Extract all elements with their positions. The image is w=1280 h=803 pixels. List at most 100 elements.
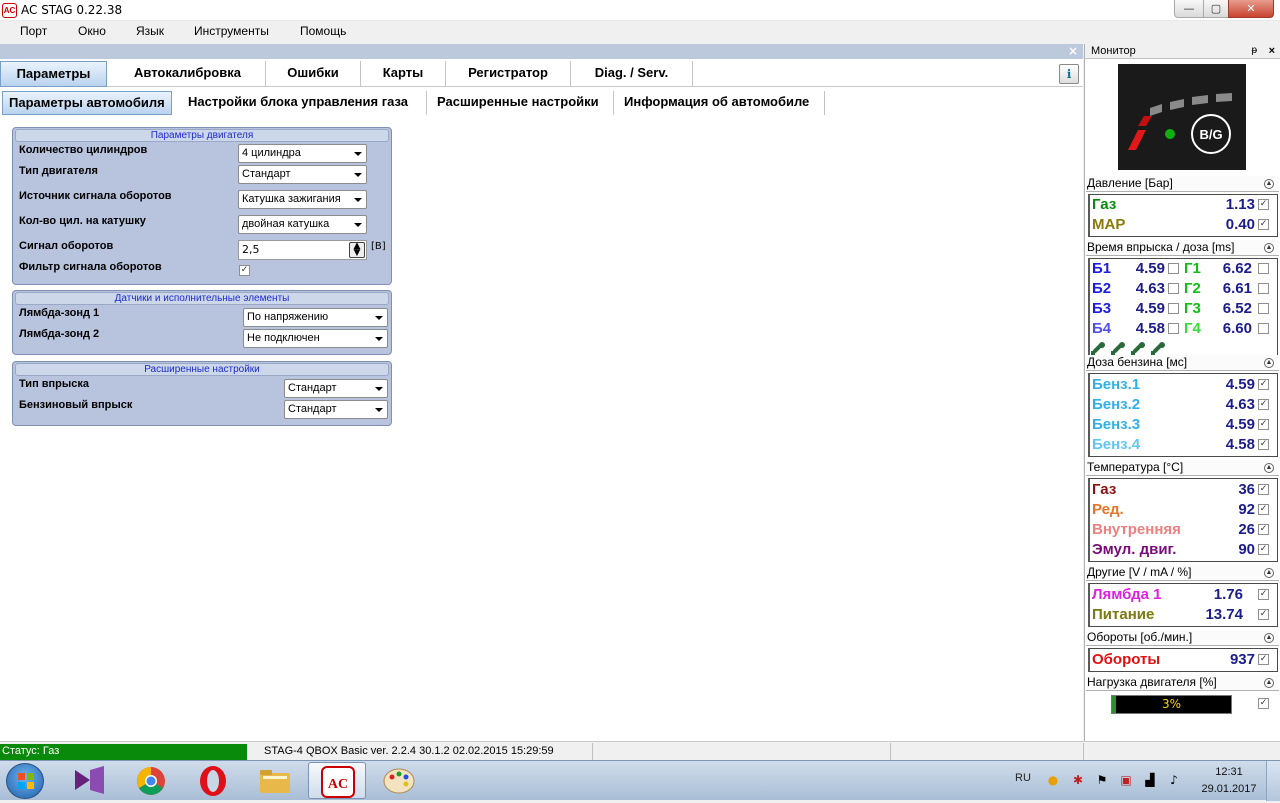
label-rpm-filter: Фильтр сигнала оборотов [19,261,162,273]
rpm-value: 937 [1229,651,1255,668]
inj-g4-checkbox[interactable] [1258,323,1269,334]
pressure-gas-checkbox[interactable]: ✓ [1258,199,1269,210]
lambda2-select[interactable]: Не подключен [243,329,388,348]
tab-gas-ecu-settings[interactable]: Настройки блока управления газа [182,91,427,115]
inj-b1-checkbox[interactable] [1168,263,1179,274]
taskbar-chrome[interactable] [122,762,180,799]
lambda1-checkbox[interactable]: ✓ [1258,589,1269,600]
cylinders-select[interactable]: 4 цилиндра [238,144,367,163]
clock-date[interactable]: 29.01.2017 [1196,783,1262,795]
inj-b3-checkbox[interactable] [1168,303,1179,314]
taskbar-visual-studio[interactable] [60,762,118,799]
select-value: 4 цилиндра [242,147,301,159]
monitor-panel: Монитор ᵽ × B/G Давление [Бар] ▲ Газ 1.13… [1084,44,1280,741]
section-pressure-header: Давление [Бар] ▲ [1086,176,1279,192]
battery-warning-icon[interactable]: ▣ [1118,772,1134,788]
taskbar-ac-stag[interactable]: AC [308,762,366,799]
collapse-icon[interactable]: ▲ [1264,179,1274,189]
inj-b2-checkbox[interactable] [1168,283,1179,294]
engine-load-text: 3% [1161,697,1182,711]
language-indicator[interactable]: RU [1015,772,1031,784]
temp-gas-checkbox[interactable]: ✓ [1258,484,1269,495]
petrol-injection-select[interactable]: Стандарт [284,400,388,419]
tab-autocalibration[interactable]: Автокалибровка [110,61,266,87]
menu-help[interactable]: Помощь [300,24,346,38]
tab-advanced-settings[interactable]: Расширенные настройки [431,91,614,115]
tab-car-parameters[interactable]: Параметры автомобиля [2,91,172,115]
window-title: AC STAG 0.22.38 [21,3,123,17]
taskbar-paint[interactable] [370,762,428,799]
inj-g1-checkbox[interactable] [1258,263,1269,274]
status-gas: Статус: Газ [0,744,247,760]
section-rpm-header: Обороты [об./мин.] ▲ [1086,630,1279,646]
temp-internal-label: Внутренняя [1092,521,1181,538]
pin-icon[interactable]: ᵽ [1251,44,1257,58]
tray-app-icon[interactable]: ● [1045,772,1061,788]
menu-language[interactable]: Язык [136,24,164,38]
show-desktop-button[interactable] [1266,761,1280,801]
tab-errors[interactable]: Ошибки [266,61,361,87]
select-value: Не подключен [247,332,320,344]
temp-reducer-checkbox[interactable]: ✓ [1258,504,1269,515]
rpm-checkbox[interactable]: ✓ [1258,654,1269,665]
start-button[interactable] [6,763,44,799]
collapse-icon[interactable]: ▲ [1264,568,1274,578]
tab-car-info[interactable]: Информация об автомобиле [618,91,825,115]
petrol-3-checkbox[interactable]: ✓ [1258,419,1269,430]
close-icon[interactable]: × [1269,44,1275,58]
panel-header: × [0,44,1083,59]
inj-g2-checkbox[interactable] [1258,283,1269,294]
close-button[interactable]: ✕ [1228,0,1274,18]
temp-internal-value: 26 [1238,521,1255,538]
label-petrol-injection: Бензиновый впрыск [19,399,133,411]
tab-recorder[interactable]: Регистратор [446,61,571,87]
temp-internal-checkbox[interactable]: ✓ [1258,524,1269,535]
collapse-icon[interactable]: ▲ [1264,463,1274,473]
tab-diag-serv[interactable]: Diag. / Serv. [571,61,693,87]
petrol-1-checkbox[interactable]: ✓ [1258,379,1269,390]
tab-maps[interactable]: Карты [361,61,446,87]
rpm-filter-checkbox[interactable]: ✓ [239,265,250,276]
taskbar-explorer[interactable] [246,762,304,799]
panel-close-icon[interactable]: × [1068,44,1078,59]
engine-type-select[interactable]: Стандарт [238,165,367,184]
monitor-title: Монитор [1091,45,1136,57]
maximize-button[interactable]: ▢ [1203,0,1229,18]
menu-tools[interactable]: Инструменты [194,24,269,38]
inj-g3-checkbox[interactable] [1258,303,1269,314]
collapse-icon[interactable]: ▲ [1264,358,1274,368]
cyl-per-coil-select[interactable]: двойная катушка [238,215,367,234]
injection-type-select[interactable]: Стандарт [284,379,388,398]
supply-checkbox[interactable]: ✓ [1258,609,1269,620]
menu-port[interactable]: Порт [20,24,47,38]
lambda1-select[interactable]: По напряжению [243,308,388,327]
pressure-map-checkbox[interactable]: ✓ [1258,219,1269,230]
collapse-icon[interactable]: ▲ [1264,243,1274,253]
load-checkbox[interactable]: ✓ [1258,698,1269,709]
rpm-source-select[interactable]: Катушка зажигания [238,190,367,209]
spinner-icon[interactable]: ▲ ▼ [349,242,365,258]
select-value: Стандарт [242,168,291,180]
tray-settings-icon[interactable]: ✱ [1070,772,1086,788]
volume-icon[interactable]: ♪ [1166,772,1182,788]
minimize-button[interactable]: — [1174,0,1204,18]
group-title: Расширенные настройки [15,363,389,376]
petrol-2-checkbox[interactable]: ✓ [1258,399,1269,410]
temp-engine-emul-checkbox[interactable]: ✓ [1258,544,1269,555]
collapse-icon[interactable]: ▲ [1264,678,1274,688]
network-icon[interactable]: ▟ [1142,772,1158,788]
section-title: Обороты [об./мин.] [1087,630,1193,644]
inj-b1-value: 4.59 [1135,260,1165,277]
menu-window[interactable]: Окно [78,24,106,38]
taskbar-opera[interactable] [184,762,242,799]
rpm-signal-input[interactable]: 2,5 ▲ ▼ [238,240,367,260]
collapse-icon[interactable]: ▲ [1264,633,1274,643]
tab-parameters[interactable]: Параметры [0,61,107,87]
petrol-4-checkbox[interactable]: ✓ [1258,439,1269,450]
label-injection-type: Тип впрыска [19,378,90,390]
info-icon[interactable]: ℹ [1059,64,1079,84]
clock-time[interactable]: 12:31 [1207,766,1251,778]
inj-b4-checkbox[interactable] [1168,323,1179,334]
flag-icon[interactable]: ⚑ [1094,772,1110,788]
chrome-icon [137,767,165,795]
